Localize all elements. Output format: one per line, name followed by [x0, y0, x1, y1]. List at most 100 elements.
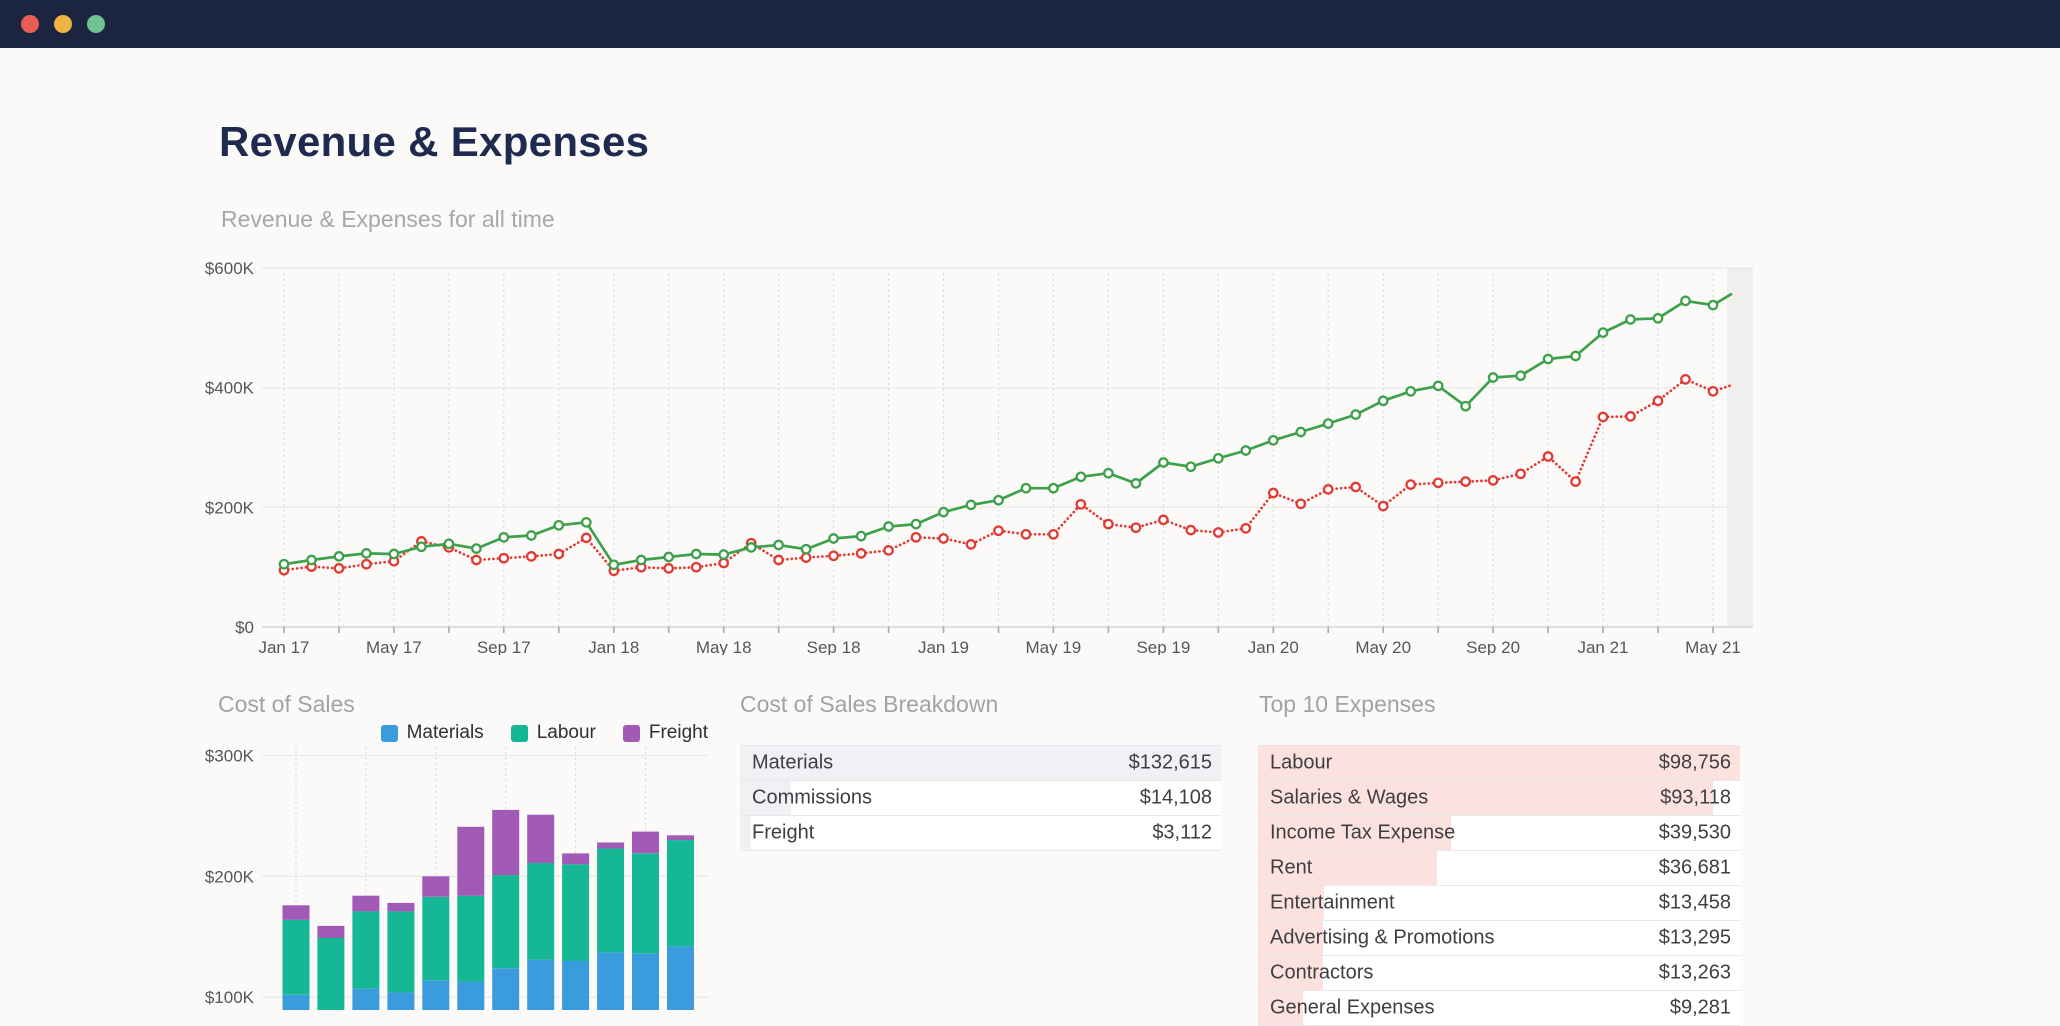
y-axis-label: $600K [205, 259, 255, 278]
data-point [1654, 314, 1662, 322]
window-zoom-button[interactable] [87, 15, 105, 33]
x-axis-label: May 17 [366, 638, 422, 655]
row-value: $13,263 [1659, 962, 1731, 985]
cost-of-sales-bar-chart[interactable]: $100K$200K$300K [180, 690, 740, 1010]
data-point [1599, 413, 1607, 421]
stacked-bar[interactable] [317, 926, 344, 1010]
data-point [747, 543, 755, 551]
bar-segment-materials [457, 982, 484, 1011]
x-axis-label: Jan 19 [918, 638, 969, 655]
data-point [967, 540, 975, 548]
bar-segment-labour [562, 864, 589, 961]
stacked-bar[interactable] [352, 896, 379, 1010]
data-point [472, 544, 480, 552]
data-point [362, 560, 370, 568]
data-point [610, 561, 618, 569]
data-point [555, 550, 563, 558]
revenue-expenses-line-chart[interactable]: $0$200K$400K$600KJan 17May 17Sep 17Jan 1… [180, 255, 1770, 655]
value-bar [740, 816, 751, 850]
y-axis-label: $300K [205, 747, 255, 766]
x-axis-label: May 20 [1355, 638, 1411, 655]
data-point [1324, 485, 1332, 493]
table-row[interactable]: Advertising & Promotions$13,295 [1258, 921, 1740, 956]
revenue-series[interactable] [280, 294, 1731, 569]
data-point [1187, 526, 1195, 534]
data-point [912, 520, 920, 528]
data-point [1571, 352, 1579, 360]
bar-segment-labour [352, 911, 379, 988]
table-row[interactable]: Commissions$14,108 [740, 781, 1221, 816]
current-month-band [1727, 268, 1753, 627]
row-label: Income Tax Expense [1270, 822, 1455, 845]
expenses-series[interactable] [280, 375, 1731, 575]
data-point [1379, 397, 1387, 405]
data-point [1599, 328, 1607, 336]
data-point [1269, 436, 1277, 444]
data-point [555, 521, 563, 529]
data-point [692, 563, 700, 571]
data-point [1516, 470, 1524, 478]
table-row[interactable]: Income Tax Expense $39,530 [1258, 816, 1740, 851]
row-value: $3,112 [1152, 822, 1212, 845]
stacked-bar[interactable] [632, 832, 659, 1010]
data-point [1709, 387, 1717, 395]
table-row[interactable]: Labour$98,756 [1258, 745, 1740, 781]
table-row[interactable]: Entertainment$13,458 [1258, 886, 1740, 921]
stacked-bar[interactable] [597, 843, 624, 1011]
data-point [1681, 375, 1689, 383]
data-point [1159, 458, 1167, 466]
data-point [445, 540, 453, 548]
data-point [774, 541, 782, 549]
stacked-bar[interactable] [492, 810, 519, 1010]
data-point [857, 549, 865, 557]
table-row[interactable]: Contractors $13,263 [1258, 956, 1740, 991]
bar-segment-labour [632, 853, 659, 953]
data-point [802, 545, 810, 553]
table-row[interactable]: Freight$3,112 [740, 816, 1221, 851]
data-point [665, 553, 673, 561]
window-close-button[interactable] [21, 15, 39, 33]
data-point [1709, 301, 1717, 309]
stacked-bar[interactable] [387, 903, 414, 1010]
stacked-bar[interactable] [527, 815, 554, 1010]
stacked-bar[interactable] [457, 827, 484, 1010]
row-value: $39,530 [1659, 822, 1731, 845]
row-value: $13,458 [1659, 892, 1731, 915]
bar-segment-materials [632, 954, 659, 1010]
data-point [1407, 387, 1415, 395]
data-point [1077, 473, 1085, 481]
data-point [857, 532, 865, 540]
data-point [1461, 477, 1469, 485]
x-axis-label: Sep 19 [1136, 638, 1190, 655]
bar-segment-freight [667, 835, 694, 840]
table-row[interactable]: Materials$132,615 [740, 745, 1221, 781]
data-point [1214, 454, 1222, 462]
data-point [720, 550, 728, 558]
stacked-bar[interactable] [667, 835, 694, 1010]
data-point [665, 564, 673, 572]
x-axis-label: Sep 18 [807, 638, 861, 655]
data-point [1379, 502, 1387, 510]
table-row[interactable]: General Expenses$9,281 [1258, 991, 1740, 1026]
data-point [1626, 412, 1634, 420]
data-point [1132, 479, 1140, 487]
table-row[interactable]: Salaries & Wages$93,118 [1258, 781, 1740, 816]
window-minimize-button[interactable] [54, 15, 72, 33]
data-point [280, 560, 288, 568]
bar-segment-freight [352, 896, 379, 912]
row-label: Contractors [1270, 962, 1373, 985]
data-point [1214, 528, 1222, 536]
bar-segment-labour [317, 938, 344, 1010]
data-point [1571, 477, 1579, 485]
data-point [1626, 315, 1634, 323]
chart-subtitle: Revenue & Expenses for all time [221, 206, 555, 233]
data-point [939, 508, 947, 516]
bar-segment-labour [283, 920, 310, 995]
stacked-bar[interactable] [283, 905, 310, 1010]
stacked-bar[interactable] [422, 876, 449, 1010]
data-point [1297, 500, 1305, 508]
row-label: Materials [752, 752, 833, 775]
stacked-bar[interactable] [562, 853, 589, 1010]
table-row[interactable]: Rent$36,681 [1258, 851, 1740, 886]
data-point [307, 556, 315, 564]
